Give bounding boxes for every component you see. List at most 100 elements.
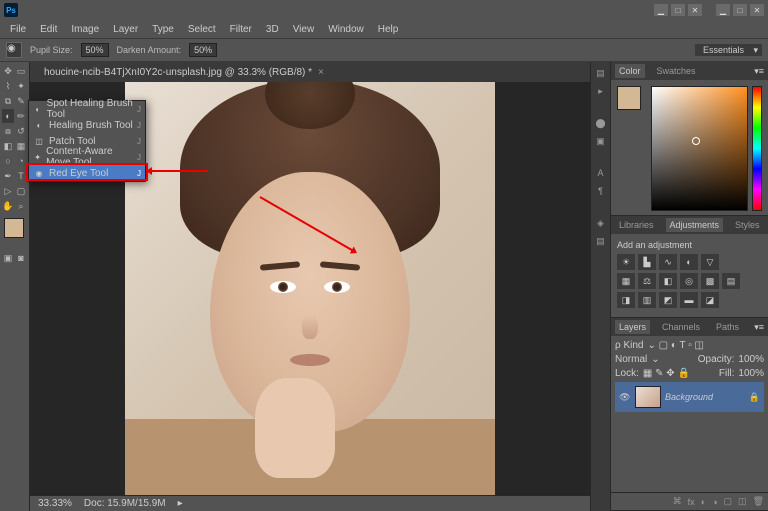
layer-kind-filter[interactable]: ρ Kind bbox=[615, 340, 643, 351]
move-tool[interactable]: ✥ bbox=[2, 64, 14, 78]
wand-tool[interactable]: ✦ bbox=[15, 79, 27, 93]
layer-row-background[interactable]: 👁 Background 🔒 bbox=[615, 382, 764, 412]
layer-name[interactable]: Background bbox=[665, 392, 713, 402]
foreground-background-swatch[interactable] bbox=[4, 218, 24, 238]
char-panel-icon[interactable]: A bbox=[594, 166, 608, 180]
new-layer-icon[interactable]: ◫ bbox=[738, 496, 747, 507]
info-panel-icon[interactable]: ▤ bbox=[594, 234, 608, 248]
adj-bw-icon[interactable]: ◧ bbox=[659, 273, 677, 289]
menu-layer[interactable]: Layer bbox=[107, 22, 144, 37]
window-minimize-button[interactable]: ▁ bbox=[716, 4, 730, 16]
lock-icons[interactable]: ▦ ✎ ✥ 🔒 bbox=[643, 368, 690, 379]
lock-icon[interactable]: 🔒 bbox=[749, 392, 760, 403]
pen-tool[interactable]: ✒ bbox=[2, 169, 14, 183]
adj-select-icon[interactable]: ◪ bbox=[701, 292, 719, 308]
color-tab[interactable]: Color bbox=[615, 64, 645, 78]
eraser-tool[interactable]: ◧ bbox=[2, 139, 14, 153]
brushes-panel-icon[interactable]: ⬤ bbox=[594, 116, 608, 130]
panel-restore-button[interactable]: □ bbox=[671, 4, 685, 16]
screen-mode-button[interactable]: ▣ bbox=[2, 251, 14, 265]
history-brush-tool[interactable]: ↺ bbox=[15, 124, 27, 138]
color-panel-menu-icon[interactable]: ▾≡ bbox=[754, 66, 764, 77]
healing-tool[interactable]: ◐ bbox=[2, 109, 14, 123]
menu-help[interactable]: Help bbox=[372, 22, 405, 37]
workspace-selector[interactable]: Essentials bbox=[695, 44, 762, 56]
stamp-tool[interactable]: ⧇ bbox=[2, 124, 14, 138]
libraries-tab[interactable]: Libraries bbox=[615, 218, 658, 232]
hue-slider[interactable] bbox=[752, 86, 762, 211]
history-panel-icon[interactable]: ▤ bbox=[594, 66, 608, 80]
adjustments-tab[interactable]: Adjustments bbox=[666, 218, 724, 232]
menu-image[interactable]: Image bbox=[65, 22, 105, 37]
menu-3d[interactable]: 3D bbox=[260, 22, 285, 37]
panel-minimize-button[interactable]: ▁ bbox=[654, 4, 668, 16]
menu-filter[interactable]: Filter bbox=[224, 22, 258, 37]
menu-type[interactable]: Type bbox=[146, 22, 180, 37]
adj-brightness-icon[interactable]: ☀ bbox=[617, 254, 635, 270]
lasso-tool[interactable]: ⌇ bbox=[2, 79, 14, 93]
actions-panel-icon[interactable]: ▸ bbox=[594, 84, 608, 98]
redeye-tool-icon[interactable]: ◉ bbox=[6, 42, 22, 58]
adj-curves-icon[interactable]: ∿ bbox=[659, 254, 677, 270]
gradient-tool[interactable]: ▦ bbox=[15, 139, 27, 153]
adj-post-icon[interactable]: ▥ bbox=[638, 292, 656, 308]
adj-lookup-icon[interactable]: ▤ bbox=[722, 273, 740, 289]
clone-panel-icon[interactable]: ▣ bbox=[594, 134, 608, 148]
crop-tool[interactable]: ⧉ bbox=[2, 94, 14, 108]
adj-photo-icon[interactable]: ◎ bbox=[680, 273, 698, 289]
adj-invert-icon[interactable]: ◨ bbox=[617, 292, 635, 308]
eyedropper-tool[interactable]: ✎ bbox=[15, 94, 27, 108]
quick-mask-button[interactable]: ◙ bbox=[15, 251, 27, 265]
menu-window[interactable]: Window bbox=[322, 22, 370, 37]
opacity-input[interactable]: 100% bbox=[738, 354, 764, 365]
layer-mask-icon[interactable]: ◐ bbox=[701, 497, 706, 507]
color-swatch[interactable] bbox=[617, 86, 641, 110]
adj-balance-icon[interactable]: ⚖ bbox=[638, 273, 656, 289]
visibility-icon[interactable]: 👁 bbox=[619, 392, 631, 403]
marquee-tool[interactable]: ▭ bbox=[15, 64, 27, 78]
darken-amount-input[interactable]: 50% bbox=[189, 43, 217, 57]
menu-file[interactable]: File bbox=[4, 22, 32, 37]
nav-panel-icon[interactable]: ◈ bbox=[594, 216, 608, 230]
menu-select[interactable]: Select bbox=[182, 22, 222, 37]
document-tab[interactable]: houcine-ncib-B4TjXnI0Y2c-unsplash.jpg @ … bbox=[38, 65, 330, 80]
shape-tool[interactable]: ▢ bbox=[15, 184, 27, 198]
new-adj-icon[interactable]: ◑ bbox=[712, 497, 717, 507]
para-panel-icon[interactable]: ¶ bbox=[594, 184, 608, 198]
pupil-size-input[interactable]: 50% bbox=[81, 43, 109, 57]
link-layers-icon[interactable]: ⌘ bbox=[673, 496, 682, 507]
paths-tab[interactable]: Paths bbox=[712, 320, 743, 334]
layers-panel-menu-icon[interactable]: ▾≡ bbox=[754, 322, 764, 333]
status-chevron-icon[interactable]: ▸ bbox=[178, 498, 183, 509]
adj-vibrance-icon[interactable]: ▽ bbox=[701, 254, 719, 270]
delete-layer-icon[interactable]: 🗑 bbox=[753, 496, 764, 507]
swatches-tab[interactable]: Swatches bbox=[653, 64, 700, 78]
window-close-button[interactable]: ✕ bbox=[750, 4, 764, 16]
styles-tab[interactable]: Styles bbox=[731, 218, 764, 232]
channels-tab[interactable]: Channels bbox=[658, 320, 704, 334]
flyout-content-aware[interactable]: ✦Content-Aware Move ToolJ bbox=[29, 149, 145, 165]
layer-thumbnail[interactable] bbox=[635, 386, 661, 408]
dodge-tool[interactable]: ◔ bbox=[15, 154, 27, 168]
close-tab-icon[interactable]: × bbox=[318, 67, 324, 78]
hand-tool[interactable]: ✋ bbox=[2, 199, 14, 213]
blur-tool[interactable]: ○ bbox=[2, 154, 14, 168]
window-maximize-button[interactable]: □ bbox=[733, 4, 747, 16]
adj-grad-icon[interactable]: ▬ bbox=[680, 292, 698, 308]
layers-tab[interactable]: Layers bbox=[615, 320, 650, 334]
panel-close-button[interactable]: ✕ bbox=[688, 4, 702, 16]
zoom-tool[interactable]: ⌕ bbox=[15, 199, 27, 213]
blend-mode-select[interactable]: Normal bbox=[615, 354, 647, 365]
color-picker[interactable] bbox=[651, 86, 748, 211]
adj-hue-icon[interactable]: ▦ bbox=[617, 273, 635, 289]
adj-exposure-icon[interactable]: ◐ bbox=[680, 254, 698, 270]
adj-mixer-icon[interactable]: ▩ bbox=[701, 273, 719, 289]
menu-view[interactable]: View bbox=[287, 22, 321, 37]
fill-input[interactable]: 100% bbox=[738, 368, 764, 379]
adj-thresh-icon[interactable]: ◩ bbox=[659, 292, 677, 308]
menu-edit[interactable]: Edit bbox=[34, 22, 63, 37]
layer-fx-icon[interactable]: fx bbox=[688, 497, 695, 507]
type-tool[interactable]: T bbox=[15, 169, 27, 183]
brush-tool[interactable]: ✏ bbox=[15, 109, 27, 123]
zoom-display[interactable]: 33.33% bbox=[38, 498, 72, 509]
